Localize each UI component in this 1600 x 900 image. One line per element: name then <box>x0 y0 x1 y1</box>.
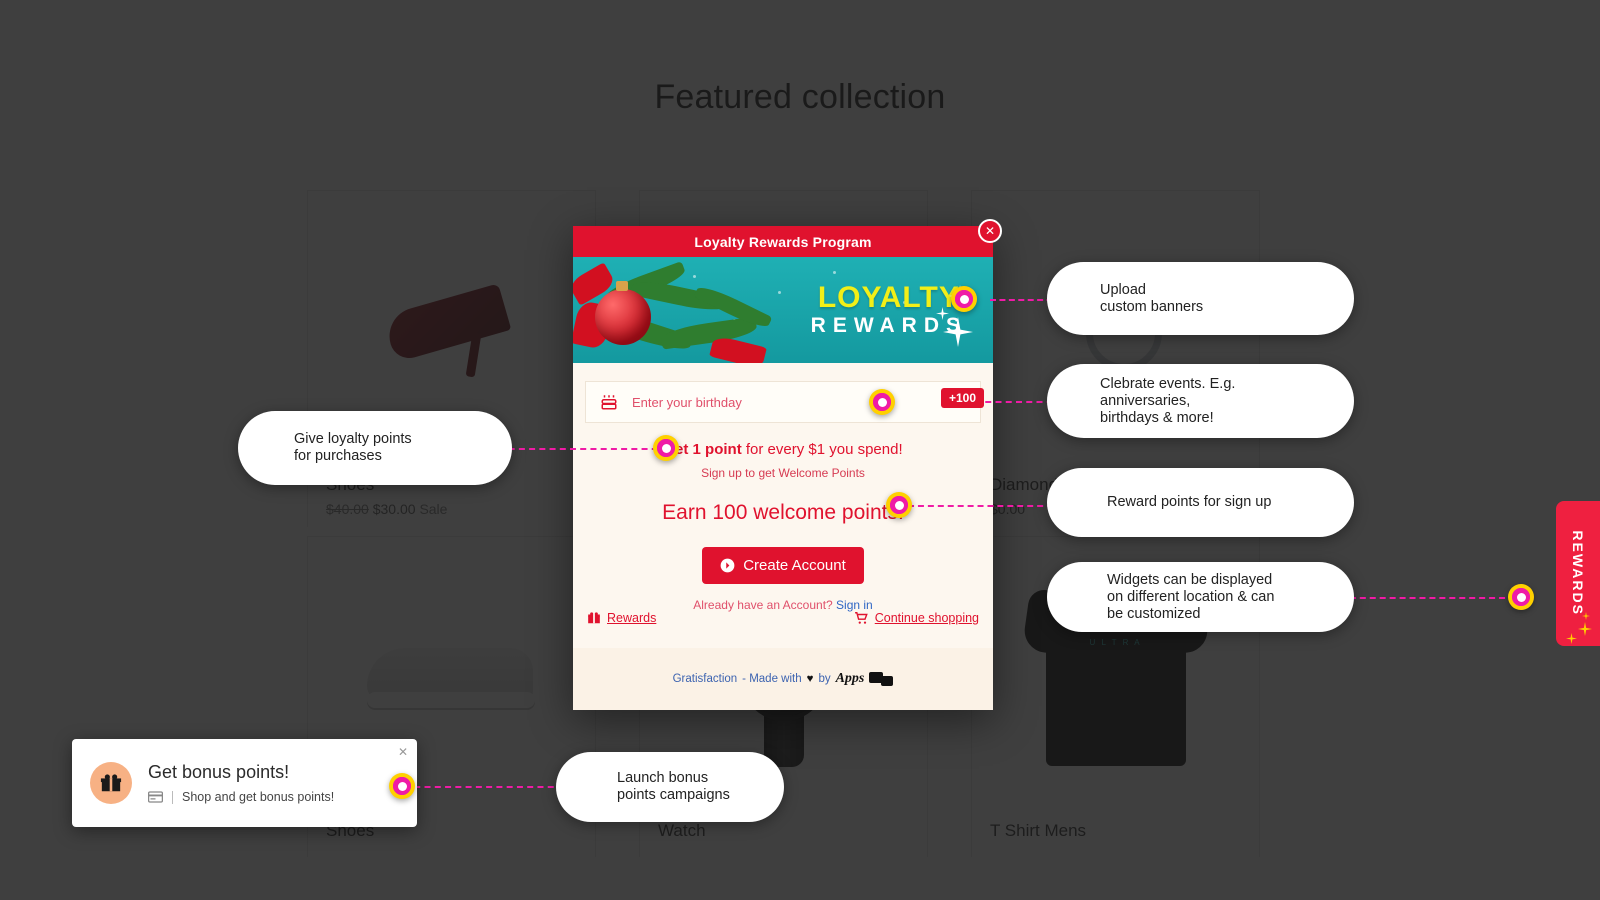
callout-text: Launch bonus points campaigns <box>617 770 730 803</box>
footer-by: by <box>818 673 831 685</box>
footer-brand: Gratisfaction <box>672 673 738 685</box>
callout-launch-bonus-campaigns: Launch bonus points campaigns <box>556 752 784 822</box>
heart-icon: ♥ <box>806 673 814 685</box>
modal-body: Get 1 point for every $1 you spend! Sign… <box>573 423 993 612</box>
toast-close-button[interactable]: ✕ <box>398 745 408 759</box>
callout-text: Clebrate events. E.g. anniversaries, bir… <box>1100 375 1236 426</box>
create-account-button[interactable]: Create Account <box>702 547 864 584</box>
callout-reward-points-signup: Reward points for sign up <box>1047 468 1354 537</box>
hotspot-marker-campaign[interactable] <box>389 773 415 799</box>
toast-title: Get bonus points! <box>148 762 290 782</box>
sparkles-icon <box>1566 633 1577 644</box>
hotspot-marker-banner[interactable] <box>951 286 977 312</box>
sign-in-link[interactable]: Sign in <box>836 598 873 612</box>
gift-icon <box>588 612 600 624</box>
page-root: Featured collection Shoes $40.00 $30.00 … <box>0 0 1600 900</box>
callout-upload-custom-banners: Upload custom banners <box>1047 262 1354 335</box>
create-account-label: Create Account <box>743 557 846 574</box>
toast-subtitle: Shop and get bonus points! <box>182 790 335 804</box>
card-icon <box>148 791 163 803</box>
modal-close-button[interactable]: ✕ <box>978 219 1002 243</box>
callout-text: Give loyalty points for purchases <box>294 431 412 464</box>
banner-text: LOYALTY REWARDS <box>810 281 973 347</box>
welcome-points-subline: Sign up to get Welcome Points <box>701 466 865 480</box>
continue-shopping-link[interactable]: Continue shopping <box>854 611 979 625</box>
ornament-icon <box>595 281 651 345</box>
hotspot-marker-signup[interactable] <box>886 492 912 518</box>
toast-text-block: Get bonus points! Shop and get bonus poi… <box>148 762 334 804</box>
bonus-points-toast[interactable]: Get bonus points! Shop and get bonus poi… <box>72 739 417 827</box>
callout-text: Upload custom banners <box>1100 281 1204 315</box>
continue-shopping-label: Continue shopping <box>874 611 979 625</box>
banner-line-2: REWARDS <box>810 314 967 337</box>
hotspot-marker-widgets[interactable] <box>1508 584 1534 610</box>
banner-line-1: LOYALTY <box>817 281 960 314</box>
rewards-link[interactable]: Rewards <box>587 611 656 625</box>
birthday-input[interactable] <box>632 394 966 410</box>
hotspot-marker-birthday[interactable] <box>869 389 895 415</box>
connector-line-signup <box>908 505 1063 507</box>
footer-apps-label: Apps <box>835 671 865 686</box>
points-badge: +100 <box>941 388 985 408</box>
callout-celebrate-events: Clebrate events. E.g. anniversaries, bir… <box>1047 364 1354 438</box>
sparkles-icon <box>1578 622 1592 636</box>
rewards-side-tab[interactable]: REWARDS <box>1556 501 1600 646</box>
rewards-tab-label: REWARDS <box>1570 529 1586 616</box>
footer-made-with: - Made with <box>742 673 802 685</box>
connector-line-campaign <box>404 786 564 788</box>
modal-header: Loyalty Rewards Program <box>573 226 993 257</box>
callout-widgets-display: Widgets can be displayed on different lo… <box>1047 562 1354 632</box>
modal-links-row: Rewards Continue shopping <box>573 611 993 625</box>
arrow-circle-right-icon <box>720 558 735 573</box>
toast-subtitle-row: Shop and get bonus points! <box>148 790 334 804</box>
close-icon: ✕ <box>984 224 996 238</box>
hotspot-marker-loyalty[interactable] <box>653 435 679 461</box>
gift-icon <box>90 762 132 804</box>
loyalty-rewards-modal[interactable]: Loyalty Rewards Program LOYALTY REWARDS <box>573 226 993 710</box>
callout-text: Widgets can be displayed on different lo… <box>1107 571 1275 622</box>
callout-text: Reward points for sign up <box>1107 494 1272 510</box>
modal-banner: LOYALTY REWARDS <box>573 257 993 363</box>
tagline-rest: for every $1 you spend! <box>741 441 903 458</box>
already-label: Already have an Account? <box>693 598 837 612</box>
rewards-link-label: Rewards <box>607 611 657 625</box>
modal-footer: Gratisfaction - Made with ♥ by Apps <box>573 648 993 710</box>
already-account-text: Already have an Account? Sign in <box>573 598 993 612</box>
close-icon: ✕ <box>397 745 408 759</box>
modal-title: Loyalty Rewards Program <box>694 233 872 250</box>
callout-give-loyalty-points: Give loyalty points for purchases <box>238 411 512 485</box>
birthday-field-row[interactable] <box>585 381 981 423</box>
shopping-cart-icon <box>854 612 868 624</box>
speech-bubbles-logo <box>869 672 894 686</box>
birthday-cake-icon <box>601 395 617 410</box>
